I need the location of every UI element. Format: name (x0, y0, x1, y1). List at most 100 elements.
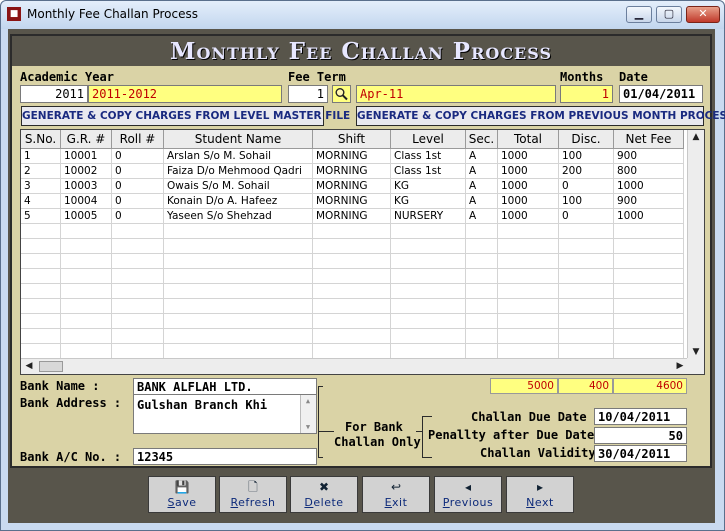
column-header[interactable]: Shift (313, 130, 391, 149)
table-cell[interactable] (466, 299, 498, 314)
table-cell[interactable] (559, 254, 614, 269)
table-cell[interactable] (466, 329, 498, 344)
table-cell[interactable] (466, 254, 498, 269)
column-header[interactable]: Sec. (466, 130, 498, 149)
fee-term-code-field[interactable]: 1 (288, 85, 328, 103)
table-cell[interactable] (498, 269, 559, 284)
table-cell[interactable] (61, 269, 112, 284)
horizontal-scrollbar[interactable]: ◀ ▶ (21, 358, 688, 374)
empty-row[interactable] (21, 344, 688, 359)
table-cell[interactable] (391, 224, 466, 239)
table-cell[interactable] (112, 344, 164, 359)
table-cell[interactable] (614, 344, 684, 359)
table-cell[interactable] (313, 344, 391, 359)
table-cell[interactable] (391, 269, 466, 284)
table-cell[interactable] (61, 239, 112, 254)
table-cell[interactable] (21, 224, 61, 239)
table-cell[interactable] (112, 239, 164, 254)
table-cell[interactable]: 0 (559, 179, 614, 194)
date-field[interactable]: 01/04/2011 (619, 85, 703, 103)
table-cell[interactable]: 100 (559, 149, 614, 164)
table-cell[interactable]: A (466, 194, 498, 209)
table-cell[interactable] (112, 299, 164, 314)
table-cell[interactable] (466, 269, 498, 284)
table-cell[interactable] (21, 329, 61, 344)
empty-row[interactable] (21, 239, 688, 254)
table-cell[interactable] (498, 299, 559, 314)
table-cell[interactable] (313, 224, 391, 239)
challan-due-date-field[interactable]: 10/04/2011 (594, 408, 687, 425)
table-cell[interactable]: 1000 (614, 179, 684, 194)
table-cell[interactable]: Class 1st (391, 149, 466, 164)
table-cell[interactable]: Owais S/o M. Sohail (164, 179, 313, 194)
table-cell[interactable]: MORNING (313, 149, 391, 164)
table-cell[interactable] (614, 239, 684, 254)
table-cell[interactable]: KG (391, 179, 466, 194)
scroll-right-icon[interactable]: ▶ (672, 361, 688, 371)
table-cell[interactable] (112, 314, 164, 329)
maximize-button[interactable]: ▢ (656, 6, 682, 23)
table-row[interactable]: 2 10002 0 Faiza D/o Mehmood Qadri MORNING Cla… (21, 164, 688, 179)
table-cell[interactable] (391, 299, 466, 314)
table-cell[interactable] (61, 344, 112, 359)
table-cell[interactable]: A (466, 179, 498, 194)
table-cell[interactable]: 0 (112, 179, 164, 194)
table-cell[interactable] (498, 344, 559, 359)
scroll-down-icon[interactable]: ▼ (688, 347, 704, 357)
table-cell[interactable]: NURSERY (391, 209, 466, 224)
table-cell[interactable] (559, 299, 614, 314)
table-cell[interactable]: 200 (559, 164, 614, 179)
close-button[interactable]: ✕ (686, 6, 720, 23)
table-cell[interactable] (61, 314, 112, 329)
fee-term-lookup-button[interactable] (332, 85, 351, 103)
next-button[interactable]: ▸ Next (506, 476, 574, 513)
penalty-field[interactable]: 50 (594, 427, 687, 444)
table-cell[interactable]: 0 (112, 164, 164, 179)
table-cell[interactable] (391, 284, 466, 299)
table-cell[interactable] (498, 254, 559, 269)
months-field[interactable]: 1 (560, 85, 613, 103)
vertical-scrollbar[interactable]: ▲ ▼ (687, 130, 704, 359)
table-cell[interactable] (21, 254, 61, 269)
column-header[interactable]: Roll # (112, 130, 164, 149)
minimize-button[interactable]: ▁ (626, 6, 652, 23)
table-cell[interactable]: Konain D/o A. Hafeez (164, 194, 313, 209)
table-cell[interactable] (498, 329, 559, 344)
table-cell[interactable] (313, 254, 391, 269)
table-cell[interactable]: 10003 (61, 179, 112, 194)
table-cell[interactable]: 5 (21, 209, 61, 224)
challan-validity-field[interactable]: 30/04/2011 (594, 445, 687, 462)
table-cell[interactable] (498, 239, 559, 254)
refresh-button[interactable]: 🗋 Refresh (219, 476, 287, 513)
column-header[interactable]: S.No. (21, 130, 61, 149)
table-cell[interactable] (164, 329, 313, 344)
table-cell[interactable] (61, 299, 112, 314)
table-cell[interactable] (61, 224, 112, 239)
table-cell[interactable] (559, 284, 614, 299)
table-cell[interactable] (466, 224, 498, 239)
table-cell[interactable] (391, 254, 466, 269)
table-cell[interactable] (164, 224, 313, 239)
empty-row[interactable] (21, 254, 688, 269)
table-cell[interactable]: 900 (614, 149, 684, 164)
table-cell[interactable] (313, 284, 391, 299)
table-cell[interactable] (164, 344, 313, 359)
table-cell[interactable]: 10002 (61, 164, 112, 179)
scroll-left-icon[interactable]: ◀ (21, 361, 37, 371)
delete-button[interactable]: ✖ Delete (290, 476, 358, 513)
table-cell[interactable]: A (466, 149, 498, 164)
fee-term-name-field[interactable]: Apr-11 (356, 85, 556, 103)
empty-row[interactable] (21, 329, 688, 344)
table-cell[interactable]: 3 (21, 179, 61, 194)
table-cell[interactable]: 1 (21, 149, 61, 164)
table-cell[interactable] (21, 284, 61, 299)
bank-address-field[interactable]: Gulshan Branch Khi ▲ ▼ (133, 394, 317, 434)
table-cell[interactable] (614, 284, 684, 299)
table-cell[interactable] (112, 269, 164, 284)
table-cell[interactable]: Class 1st (391, 164, 466, 179)
table-cell[interactable] (466, 239, 498, 254)
table-cell[interactable]: 10004 (61, 194, 112, 209)
column-header[interactable]: Student Name (164, 130, 313, 149)
empty-row[interactable] (21, 224, 688, 239)
table-row[interactable]: 5 10005 0 Yaseen S/o Shehzad MORNING NURSERY A… (21, 209, 688, 224)
